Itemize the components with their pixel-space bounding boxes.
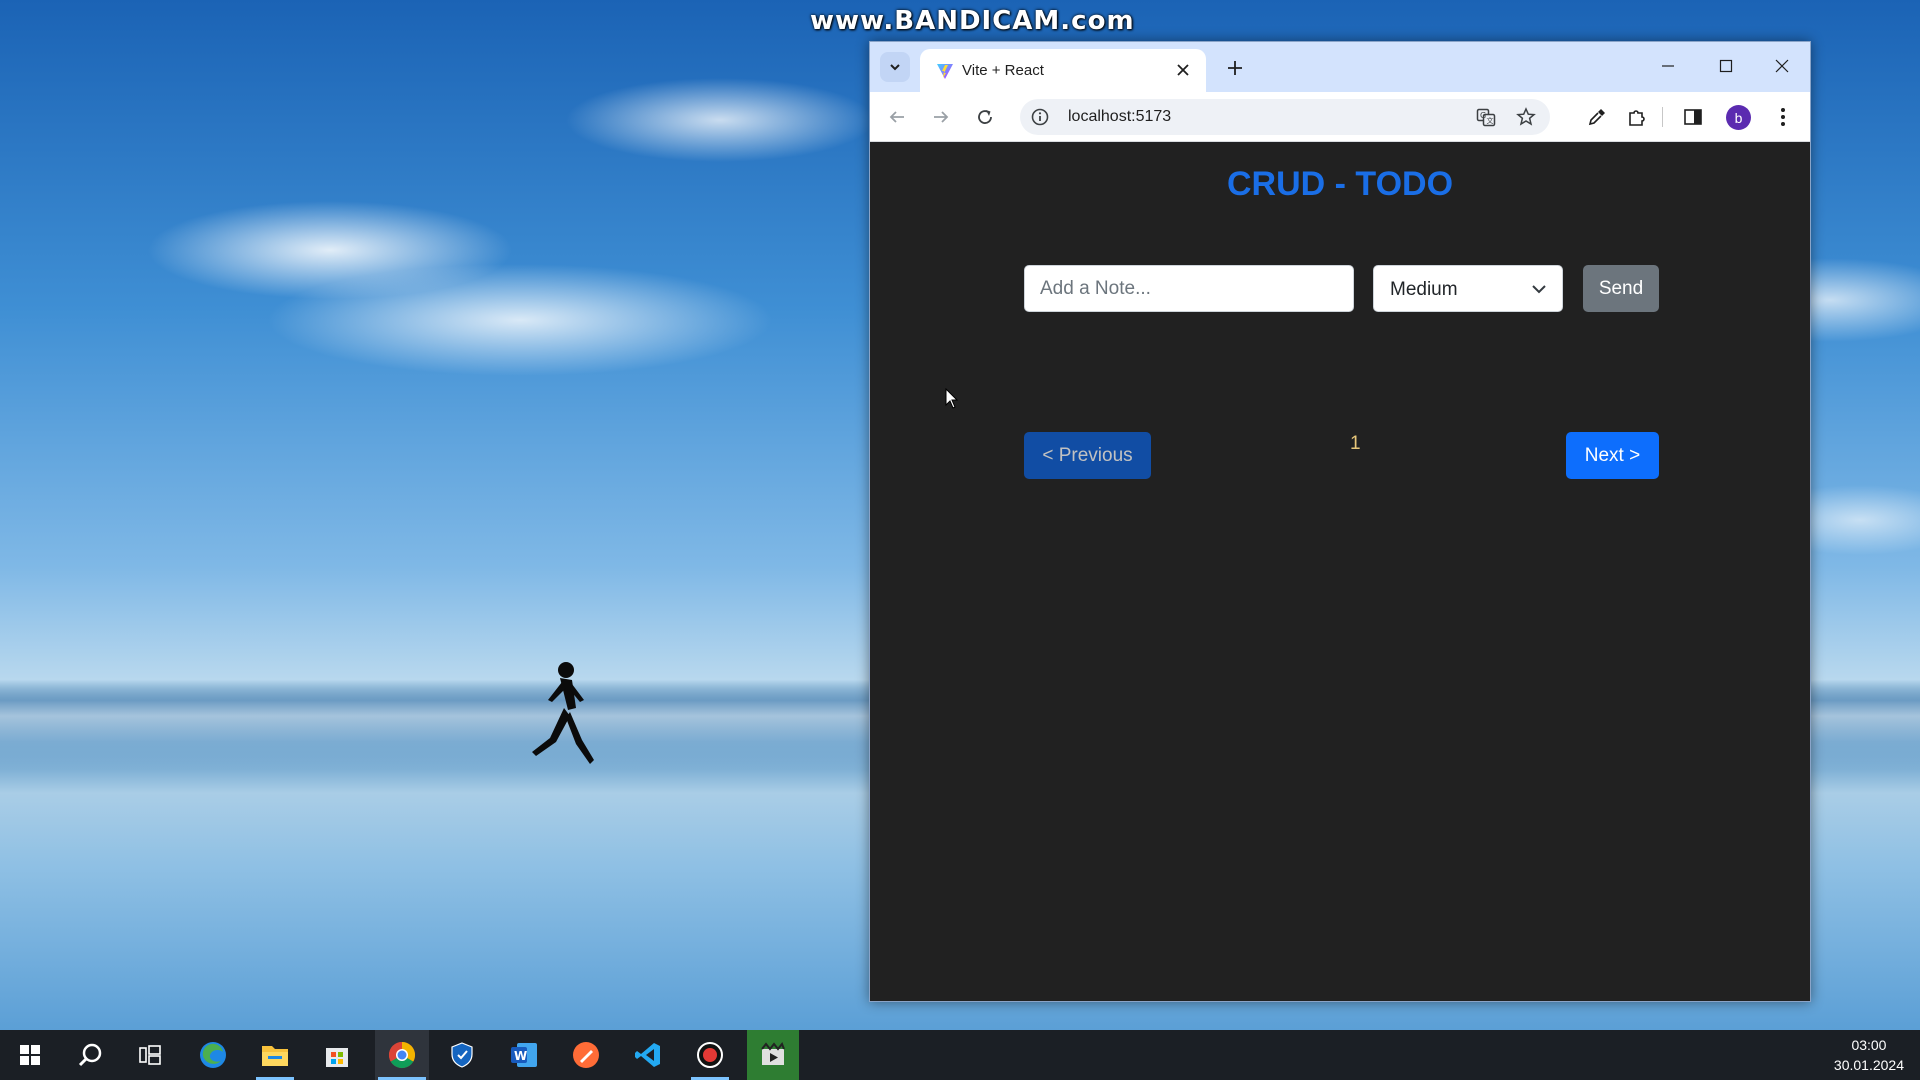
taskbar-security[interactable] [437,1030,487,1080]
send-button[interactable]: Send [1583,265,1659,312]
profile-avatar[interactable]: b [1726,105,1751,130]
taskbar-edge[interactable] [188,1030,238,1080]
previous-page-button[interactable]: < Previous [1024,432,1151,479]
taskbar-postman[interactable] [561,1030,611,1080]
tab-search-button[interactable] [880,52,910,82]
site-info-button[interactable] [1030,107,1050,127]
priority-selected-value: Medium [1390,279,1458,300]
page-viewport: CRUD - TODO Medium Send < Previous 1 Nex… [870,143,1810,1001]
bookmark-button[interactable] [1515,106,1537,128]
taskbar-word[interactable]: W [499,1030,549,1080]
chevron-down-icon [890,64,900,71]
system-clock[interactable]: 03:00 30.01.2024 [1834,1035,1904,1075]
note-input[interactable] [1024,265,1354,312]
translate-icon: G 文 [1476,108,1496,127]
reload-button[interactable] [970,102,1000,132]
minimize-button[interactable] [1646,50,1690,82]
taskbar-store[interactable] [312,1030,362,1080]
side-panel-button[interactable] [1678,102,1708,132]
svg-text:G: G [1480,111,1486,120]
puzzle-icon [1629,110,1645,126]
edge-icon [200,1042,226,1068]
runner-silhouette [532,662,594,764]
info-icon [1031,108,1049,126]
forward-button[interactable] [926,102,956,132]
taskbar-chrome[interactable] [375,1030,429,1080]
clock-date: 30.01.2024 [1833,1057,1904,1073]
media-editor-icon [761,1042,785,1065]
postman-icon [573,1042,599,1068]
task-view-icon [139,1045,161,1065]
extensions-button[interactable] [1622,102,1652,132]
security-shield-icon [451,1042,473,1068]
plus-icon [1228,61,1242,75]
reload-icon [978,110,992,124]
browser-window: Vite + React localhost:5173 G 文 b CRUD -… [869,41,1811,1002]
browser-toolbar: localhost:5173 G 文 b [870,92,1810,142]
chevron-down-icon [1532,285,1546,294]
close-icon [1177,64,1189,76]
recording-watermark: www.BANDICAM.com [810,6,1135,36]
tab-strip: Vite + React [870,42,1810,92]
taskbar-file-explorer[interactable] [250,1030,300,1080]
page-title: CRUD - TODO [1226,165,1454,203]
tab-title: Vite + React [962,62,1044,79]
svg-text:W: W [514,1049,527,1063]
word-icon: W [511,1043,537,1067]
vscode-icon [635,1043,660,1067]
close-window-button[interactable] [1760,50,1804,82]
priority-select[interactable]: Medium [1373,265,1563,312]
browser-tab[interactable]: Vite + React [920,49,1206,92]
taskbar-bandicam[interactable] [685,1030,735,1080]
kebab-menu-icon [1781,108,1785,126]
taskbar-media-editor[interactable] [747,1030,799,1080]
eyedropper-button[interactable] [1582,102,1612,132]
windows-start-icon [20,1045,40,1065]
back-button[interactable] [882,102,912,132]
star-icon [1516,107,1536,126]
side-panel-icon [1684,109,1702,125]
address-bar[interactable]: localhost:5173 G 文 [1020,99,1550,135]
arrow-right-icon [934,111,949,123]
file-explorer-icon [262,1046,288,1066]
translate-button[interactable]: G 文 [1475,106,1497,128]
toolbar-divider [1662,107,1663,127]
start-button[interactable] [5,1030,55,1080]
bandicam-record-icon [697,1042,723,1068]
chrome-icon [388,1041,416,1069]
minimize-icon [1662,65,1674,67]
search-icon [78,1043,102,1067]
clock-time: 03:00 [1851,1037,1887,1053]
task-view-button[interactable] [125,1030,175,1080]
next-page-button[interactable]: Next > [1566,432,1659,479]
maximize-button[interactable] [1704,50,1748,82]
new-tab-button[interactable] [1222,55,1248,81]
taskbar: W 03:00 30.01.2024 [0,1030,1920,1080]
eyedropper-icon [1588,109,1605,126]
address-url: localhost:5173 [1068,108,1172,125]
microsoft-store-icon [326,1048,348,1067]
taskbar-search-button[interactable] [65,1030,115,1080]
svg-text:文: 文 [1487,116,1494,125]
browser-menu-button[interactable] [1768,102,1798,132]
vite-logo-icon [937,64,953,79]
tab-close-button[interactable] [1172,59,1194,81]
arrow-left-icon [889,111,904,123]
mouse-cursor-icon [945,388,959,409]
taskbar-vscode[interactable] [623,1030,673,1080]
page-number: 1 [1350,433,1361,454]
close-icon [1775,59,1789,73]
maximize-icon [1719,59,1733,73]
